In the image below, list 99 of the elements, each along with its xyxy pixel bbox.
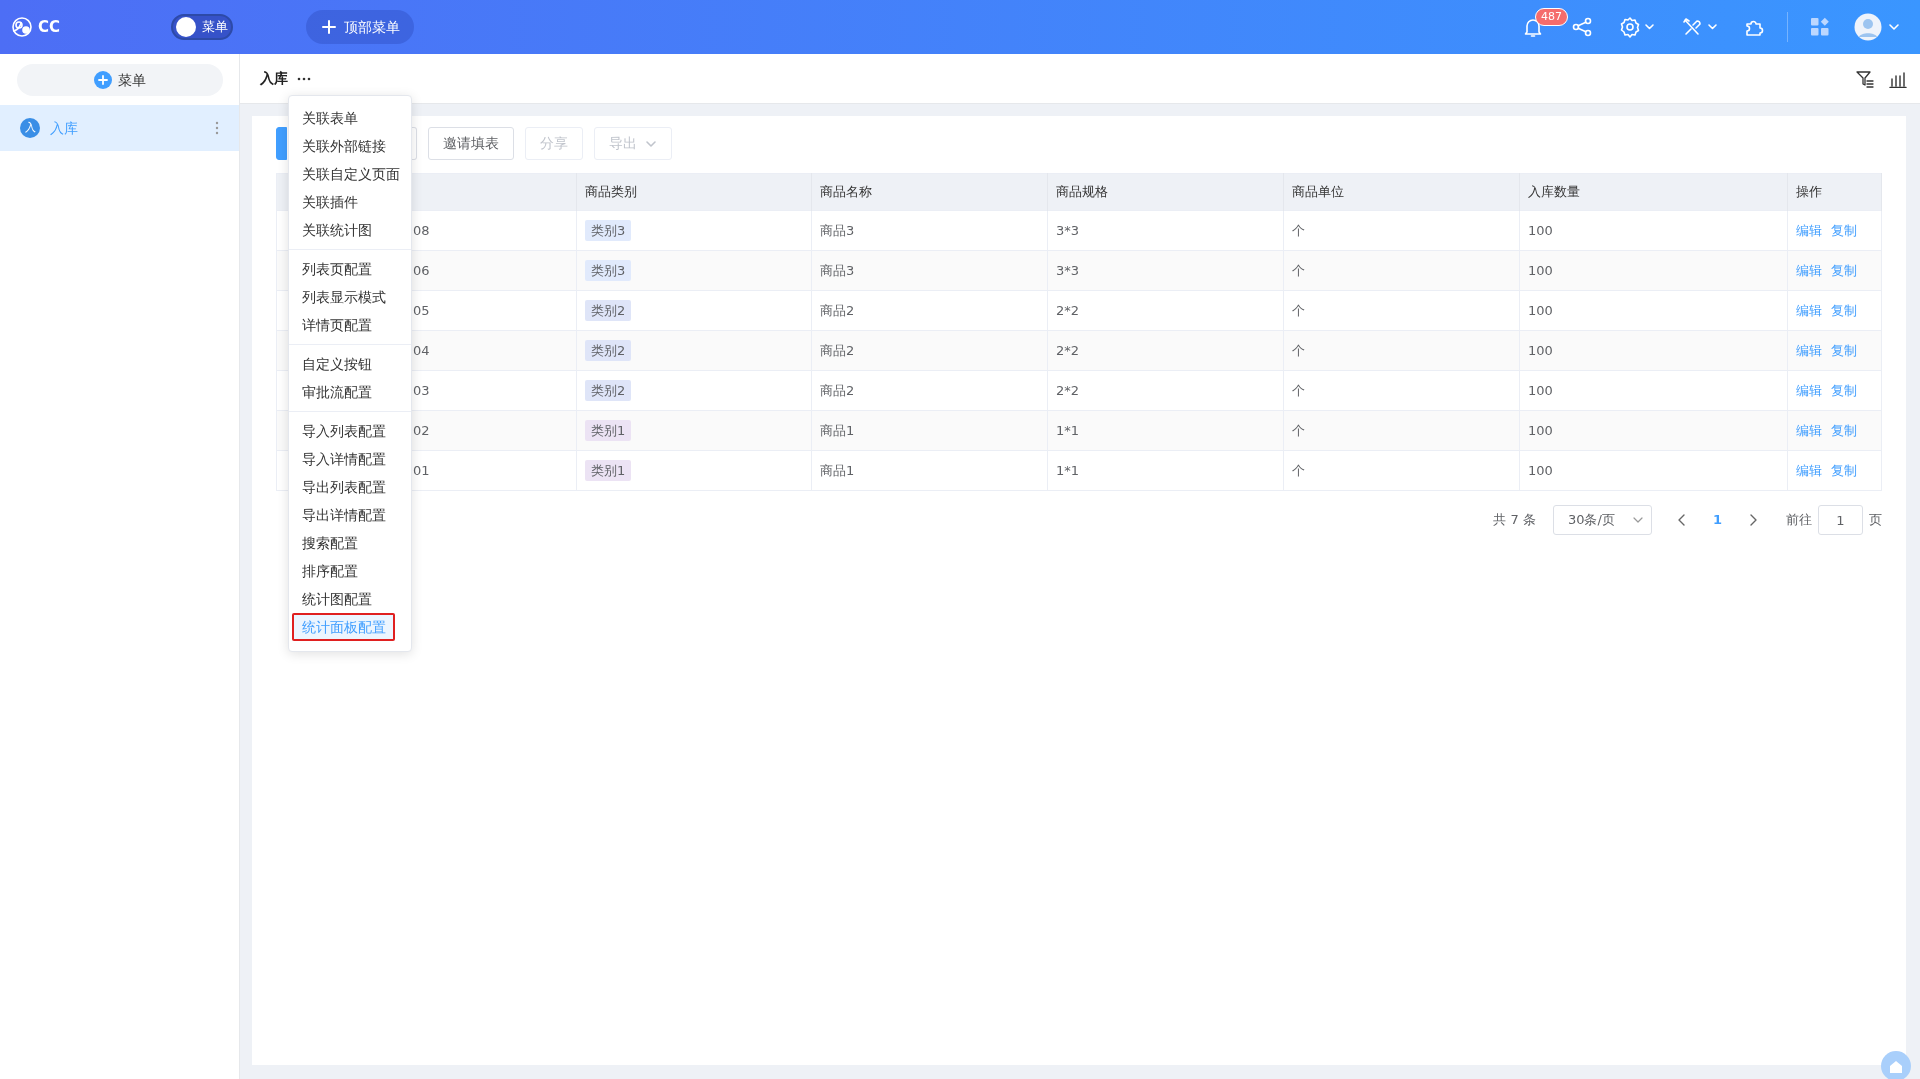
more-icon[interactable] xyxy=(296,75,312,82)
menu-item[interactable]: 统计图配置 xyxy=(289,585,411,613)
category-tag: 类别2 xyxy=(585,299,632,322)
plus-circle-icon xyxy=(94,71,112,89)
table-cell: 商品3 xyxy=(820,222,855,238)
menu-item[interactable]: 导入详情配置 xyxy=(289,445,411,473)
sidebar-item[interactable]: 入 入库 xyxy=(0,105,239,151)
brand-name: CC xyxy=(38,16,61,38)
page-title: 入库 xyxy=(260,69,288,88)
caret-icon xyxy=(1632,516,1643,524)
table-cell: 商品3 xyxy=(820,262,855,278)
category-tag: 类别1 xyxy=(585,459,632,482)
table-cell: 商品2 xyxy=(820,382,855,398)
add-menu-button[interactable]: 菜单 xyxy=(17,64,223,96)
settings-icon[interactable] xyxy=(1619,16,1657,38)
menu-item[interactable]: 关联插件 xyxy=(289,188,411,216)
table-cell: 100 xyxy=(1528,382,1553,398)
menu-item[interactable]: 搜索配置 xyxy=(289,529,411,557)
notification-badge: 487 xyxy=(1535,8,1568,26)
table-cell: 商品2 xyxy=(820,342,855,358)
column-header: 操作 xyxy=(1787,173,1882,211)
table-cell: 05 xyxy=(413,302,430,318)
prev-page-icon[interactable] xyxy=(1676,514,1687,526)
category-tag: 类别2 xyxy=(585,339,632,362)
category-tag: 类别3 xyxy=(585,259,632,282)
table-cell: 02 xyxy=(413,422,430,438)
table-cell: 100 xyxy=(1528,302,1553,318)
table-cell: 个 xyxy=(1292,222,1305,238)
table-cell: 06 xyxy=(413,262,430,278)
table-cell: 1*1 xyxy=(1056,462,1080,478)
menu-switch[interactable]: 菜单 xyxy=(171,14,234,40)
item-avatar: 入 xyxy=(20,118,40,138)
goto-label: 前往 xyxy=(1786,511,1812,530)
menu-item[interactable]: 导入列表配置 xyxy=(289,417,411,445)
table-cell: 2*2 xyxy=(1056,382,1080,398)
menu-item[interactable]: 列表页配置 xyxy=(289,255,411,283)
logo-icon xyxy=(10,15,34,39)
menu-item[interactable]: 详情页配置 xyxy=(289,311,411,339)
table-cell: 3*3 xyxy=(1056,222,1080,238)
table-cell: 商品2 xyxy=(820,302,855,318)
category-tag: 类别3 xyxy=(585,219,632,242)
home-icon[interactable] xyxy=(1881,1051,1911,1079)
top-menu-button[interactable]: 顶部菜单 xyxy=(306,10,415,44)
plus-icon xyxy=(320,18,339,36)
category-tag: 类别2 xyxy=(585,379,632,402)
toolbar-button[interactable]: 邀请填表 xyxy=(428,127,514,160)
table-cell: 个 xyxy=(1292,462,1305,478)
table-cell: 08 xyxy=(413,222,430,238)
filter-icon[interactable] xyxy=(1855,68,1875,89)
menu-item[interactable]: 排序配置 xyxy=(289,557,411,585)
apps-icon[interactable] xyxy=(1810,17,1830,37)
menu-item[interactable]: 关联表单 xyxy=(289,104,411,132)
table-cell: 100 xyxy=(1528,262,1553,278)
next-page-icon[interactable] xyxy=(1748,514,1758,526)
menu-item[interactable]: 列表显示模式 xyxy=(289,283,411,311)
column-header: 商品类别 xyxy=(576,173,812,211)
table-cell: 3*3 xyxy=(1056,262,1080,278)
menu-item[interactable]: 导出列表配置 xyxy=(289,473,411,501)
menu-item[interactable]: 导出详情配置 xyxy=(289,501,411,529)
menu-item[interactable]: 关联统计图 xyxy=(289,216,411,244)
table-cell: 100 xyxy=(1528,342,1553,358)
select-value: 30条/页 xyxy=(1567,511,1615,530)
caret-icon xyxy=(645,138,657,149)
table-cell: 个 xyxy=(1292,382,1305,398)
column-header: 商品单位 xyxy=(1283,173,1520,211)
table-cell: 商品1 xyxy=(820,422,855,438)
table-cell: 2*2 xyxy=(1056,302,1080,318)
menu-item[interactable]: 关联自定义页面 xyxy=(289,160,411,188)
page-input[interactable]: 1 xyxy=(1818,505,1863,535)
table-cell: 2*2 xyxy=(1056,342,1080,358)
table-cell: 1*1 xyxy=(1056,422,1080,438)
table-cell: 商品1 xyxy=(820,462,855,478)
table-cell: 04 xyxy=(413,342,430,358)
item-label: 入库 xyxy=(50,118,79,138)
page-suffix: 页 xyxy=(1869,511,1882,530)
column-header: 商品名称 xyxy=(811,173,1048,211)
kebab-icon[interactable] xyxy=(215,121,219,135)
table-cell: 个 xyxy=(1292,262,1305,278)
table-cell: 100 xyxy=(1528,222,1553,238)
caret-icon[interactable] xyxy=(1888,22,1900,32)
total-count: 共 7 条 xyxy=(1493,511,1536,530)
table-cell: 03 xyxy=(413,382,430,398)
table-cell: 100 xyxy=(1528,422,1553,438)
table-cell: 个 xyxy=(1292,302,1305,318)
table-cell: 01 xyxy=(413,462,430,478)
page-size-select[interactable]: 30条/页 xyxy=(1552,505,1652,535)
menu-item[interactable]: 关联外部链接 xyxy=(289,132,411,160)
chart-icon[interactable] xyxy=(1889,69,1907,88)
bell-icon[interactable] xyxy=(1523,16,1543,38)
menu-item[interactable]: 审批流配置 xyxy=(289,378,411,406)
category-tag: 类别1 xyxy=(585,419,632,442)
table-cell: 个 xyxy=(1292,342,1305,358)
table-cell: 100 xyxy=(1528,462,1553,478)
column-header: 商品规格 xyxy=(1047,173,1284,211)
column-header: 入库数量 xyxy=(1519,173,1788,211)
menu-item[interactable]: 自定义按钮 xyxy=(289,350,411,378)
table-cell: 个 xyxy=(1292,422,1305,438)
share-icon[interactable] xyxy=(1571,16,1593,38)
avatar-icon[interactable] xyxy=(1854,13,1882,41)
